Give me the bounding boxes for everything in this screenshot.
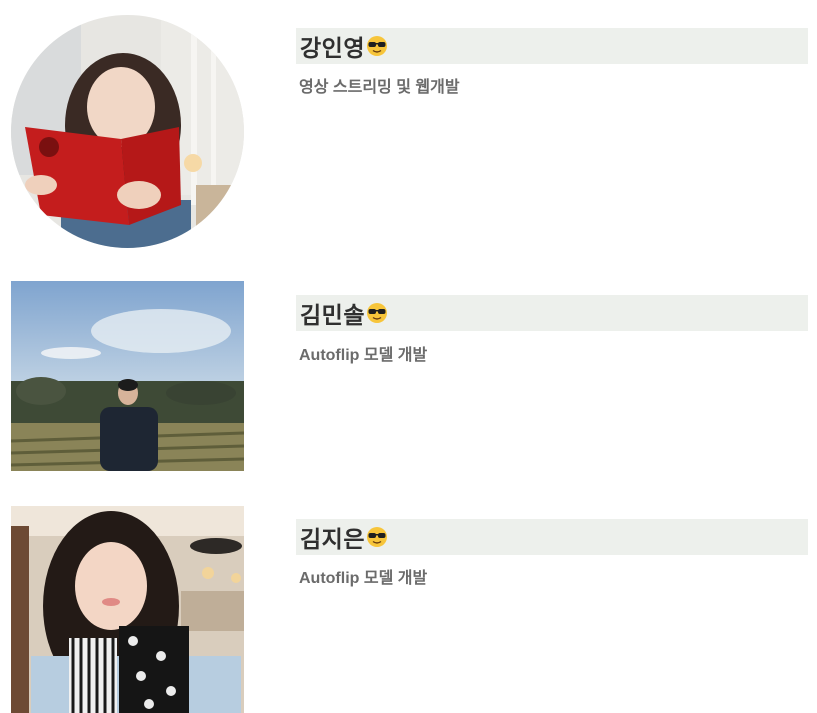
member-name: 김민솔	[300, 302, 365, 328]
member-role: Autoflip 모델 개발	[299, 570, 428, 587]
member-card: 김민솔 Autoflip 모델 개발	[0, 280, 817, 480]
profile-photo	[11, 15, 244, 248]
team-members-page: 강인영 영상 스트리밍 및 웹개발 김민솔 Autoflip 모델 개발 김지은…	[0, 0, 817, 713]
profile-photo	[11, 506, 244, 713]
sunglasses-emoji-icon	[366, 35, 388, 57]
member-name: 강인영	[300, 35, 365, 61]
member-role: 영상 스트리밍 및 웹개발	[299, 79, 460, 96]
sunglasses-emoji-icon	[366, 526, 388, 548]
member-name: 김지은	[300, 526, 365, 552]
member-card: 김지은 Autoflip 모델 개발	[0, 505, 817, 713]
member-name-bar: 강인영	[296, 28, 808, 64]
member-role: Autoflip 모델 개발	[299, 347, 428, 364]
member-name-bar: 김지은	[296, 519, 808, 555]
member-card: 강인영 영상 스트리밍 및 웹개발	[0, 0, 817, 260]
sunglasses-emoji-icon	[366, 302, 388, 324]
member-name-bar: 김민솔	[296, 295, 808, 331]
profile-photo	[11, 281, 244, 471]
